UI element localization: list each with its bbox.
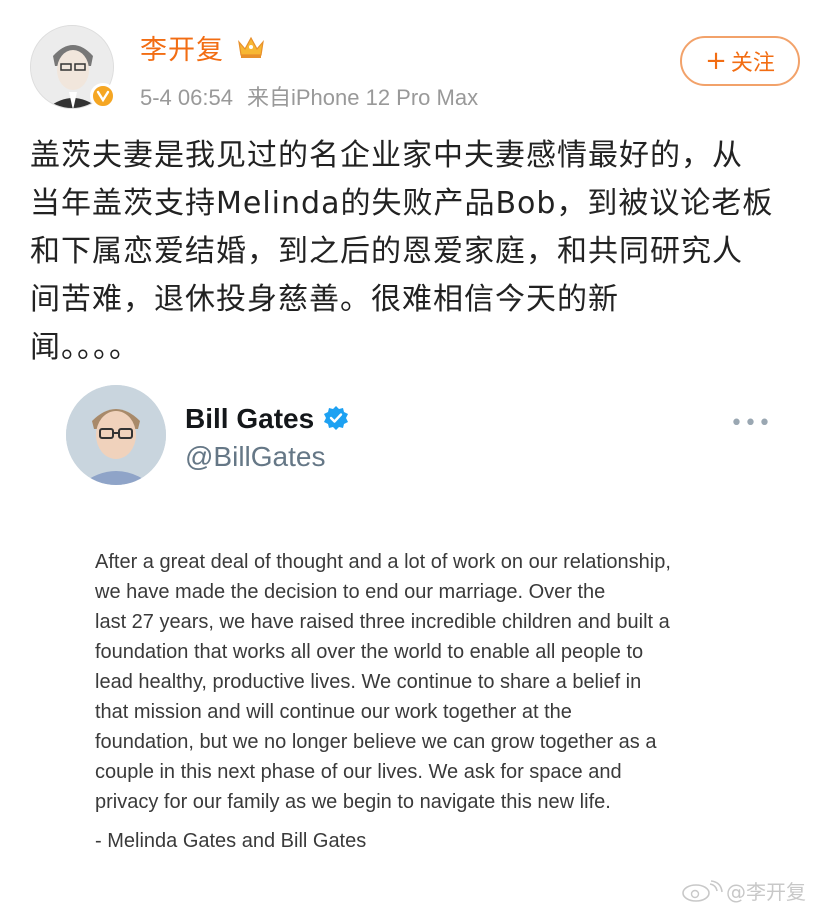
statement-line: privacy for our family as we begin to na… — [95, 791, 611, 813]
post-body-line: 闻。。。。 — [30, 330, 140, 365]
post-body-line: 盖茨夫妻是我见过的名企业家中夫妻感情最好的，从 — [30, 138, 743, 173]
watermark-text: @李开复 — [726, 880, 806, 904]
statement-signature: - Melinda Gates and Bill Gates — [95, 830, 367, 852]
tweet-display-name: Bill Gates — [185, 403, 315, 434]
statement-line: we have made the decision to end our mar… — [95, 581, 606, 603]
weibo-eye-icon — [682, 879, 723, 902]
statement-text: After a great deal of thought and a lot … — [95, 547, 775, 817]
statement-line: last 27 years, we have raised three incr… — [95, 611, 670, 633]
author-name[interactable]: 李开复 — [140, 28, 224, 67]
post-body: 盖茨夫妻是我见过的名企业家中夫妻感情最好的，从 当年盖茨支持Melinda的失败… — [30, 132, 810, 372]
statement-line: couple in this next phase of our lives. … — [95, 761, 622, 783]
embedded-tweet-image[interactable]: Bill Gates @BillGates ••• After a great … — [30, 375, 810, 885]
statement-line: foundation that works all over the world… — [95, 641, 644, 663]
post-meta: 5-4 06:54 来自iPhone 12 Pro Max — [140, 80, 492, 112]
plus-icon: + — [705, 46, 727, 76]
post-header: 李开复 5-4 06:54 来自iPhone 12 Pro Max + 关注 — [0, 0, 828, 120]
follow-label: 关注 — [730, 51, 775, 76]
tweet-author-avatar — [66, 385, 166, 485]
post-source: 来自iPhone 12 Pro Max — [246, 85, 479, 110]
blue-check-icon — [324, 406, 348, 430]
post-body-line: 和下属恋爱结婚，到之后的恩爱家庭，和共同研究人 — [30, 234, 743, 269]
statement-line: that mission and will continue our work … — [95, 701, 572, 723]
post-timestamp: 5-4 06:54 — [140, 85, 233, 110]
tweet-handle: @BillGates — [185, 441, 326, 472]
author-avatar[interactable] — [30, 25, 116, 109]
statement-line: lead healthy, productive lives. We conti… — [95, 671, 642, 693]
follow-button[interactable]: + 关注 — [680, 36, 800, 86]
statement-line: After a great deal of thought and a lot … — [95, 551, 671, 573]
verified-v-icon — [90, 83, 116, 109]
crown-icon — [238, 36, 264, 58]
more-options-icon[interactable]: ••• — [730, 411, 772, 436]
post-body-line: 间苦难，退休投身慈善。很难相信今天的新 — [30, 282, 619, 317]
post-body-line: 当年盖茨支持Melinda的失败产品Bob，到被议论老板 — [30, 186, 774, 221]
statement-line: foundation, but we no longer believe we … — [95, 731, 657, 753]
weibo-watermark: @李开复 — [680, 876, 806, 905]
